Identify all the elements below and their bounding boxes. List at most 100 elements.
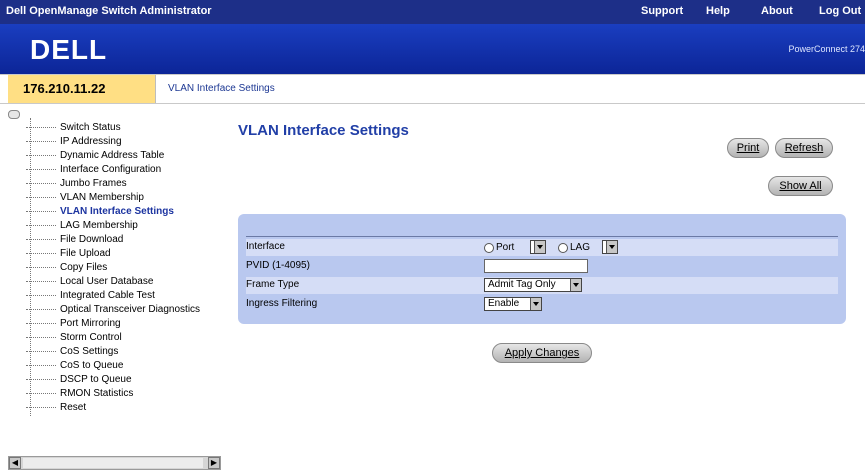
- refresh-button[interactable]: Refresh: [775, 138, 833, 158]
- ingress-filtering-select[interactable]: Enable: [484, 297, 542, 311]
- tree-item-label: Interface Configuration: [60, 164, 162, 175]
- tree-branch-line: [26, 322, 56, 324]
- tree-item-file-upload[interactable]: File Upload: [26, 248, 111, 260]
- brand-banner: DELL PowerConnect 274: [0, 24, 865, 74]
- page-title: VLAN Interface Settings: [238, 122, 409, 139]
- tree-item-label: Storm Control: [60, 332, 122, 343]
- tree-branch-line: [26, 336, 56, 338]
- tree-item-label: RMON Statistics: [60, 388, 134, 399]
- tree-item-label: File Upload: [60, 248, 111, 259]
- tree-root-icon[interactable]: [8, 110, 20, 119]
- tree-item-label: DSCP to Queue: [60, 374, 132, 385]
- ip-address-box: 176.210.11.22: [8, 75, 156, 103]
- tree-item-ip-addressing[interactable]: IP Addressing: [26, 136, 122, 148]
- ip-address: 176.210.11.22: [23, 81, 106, 96]
- interface-settings-form: Interface Port LAG PVID (1-4095) Frame T…: [238, 214, 846, 324]
- tree-item-label: Integrated Cable Test: [60, 290, 155, 301]
- tree-item-reset[interactable]: Reset: [26, 402, 86, 414]
- lag-radio-label: LAG: [570, 242, 591, 253]
- chevron-down-icon: [570, 279, 581, 291]
- lag-radio[interactable]: [558, 243, 568, 253]
- tree-branch-line: [26, 308, 56, 310]
- tree-item-integrated-cable-test[interactable]: Integrated Cable Test: [26, 290, 155, 302]
- port-radio[interactable]: [484, 243, 494, 253]
- address-strip: 176.210.11.22 VLAN Interface Settings: [0, 74, 865, 104]
- frame-type-value: Admit Tag Only: [488, 279, 556, 290]
- ingress-filtering-row: Ingress Filtering Enable: [246, 296, 838, 313]
- tree-item-cos-to-queue[interactable]: CoS to Queue: [26, 360, 123, 372]
- tree-branch-line: [26, 182, 56, 184]
- logout-link[interactable]: Log Out: [819, 5, 861, 17]
- tree-branch-line: [26, 392, 56, 394]
- tree-item-label: LAG Membership: [60, 220, 138, 231]
- tree-item-interface-configuration[interactable]: Interface Configuration: [26, 164, 161, 176]
- tree-item-local-user-database[interactable]: Local User Database: [26, 276, 153, 288]
- port-select[interactable]: [530, 240, 546, 254]
- apply-changes-button[interactable]: Apply Changes: [492, 343, 592, 363]
- ingress-filtering-label: Ingress Filtering: [246, 298, 318, 309]
- print-button[interactable]: Print: [727, 138, 769, 158]
- dell-logo: DELL: [30, 34, 107, 64]
- scroll-left-icon[interactable]: ◀: [9, 457, 21, 469]
- breadcrumb: VLAN Interface Settings: [168, 83, 275, 94]
- port-radio-label: Port: [496, 242, 515, 253]
- tree-branch-line: [26, 294, 56, 296]
- tree-item-label: IP Addressing: [60, 136, 122, 147]
- tree-item-vlan-membership[interactable]: VLAN Membership: [26, 192, 144, 204]
- tree-item-label: Optical Transceiver Diagnostics: [60, 304, 201, 315]
- tree-item-label: Copy Files: [60, 262, 108, 273]
- form-divider: [246, 236, 838, 237]
- show-all-button[interactable]: Show All: [768, 176, 833, 196]
- interface-label: Interface: [246, 241, 285, 252]
- tree-item-dynamic-address-table[interactable]: Dynamic Address Table: [26, 150, 164, 162]
- tree-item-lag-membership[interactable]: LAG Membership: [26, 220, 138, 232]
- support-link[interactable]: Support: [641, 5, 683, 17]
- interface-row: Interface Port LAG: [246, 239, 838, 256]
- tree-item-switch-status[interactable]: Switch Status: [26, 122, 121, 134]
- tree-item-port-mirroring[interactable]: Port Mirroring: [26, 318, 121, 330]
- scroll-thumb[interactable]: [23, 458, 203, 468]
- pvid-row: PVID (1-4095): [246, 258, 838, 275]
- navigation-tree: Switch Status IP Addressing Dynamic Addres…: [8, 104, 221, 454]
- pvid-input[interactable]: [484, 259, 588, 273]
- product-name: PowerConnect 274: [788, 44, 865, 54]
- tree-item-cos-settings[interactable]: CoS Settings: [26, 346, 118, 358]
- title-bar: Dell OpenManage Switch Administrator Sup…: [0, 0, 865, 24]
- tree-branch-line: [26, 210, 56, 212]
- tree-item-label: Reset: [60, 402, 87, 413]
- tree-branch-line: [26, 168, 56, 170]
- tree-item-label: CoS to Queue: [60, 360, 124, 371]
- tree-item-label: VLAN Membership: [60, 192, 144, 203]
- app-title: Dell OpenManage Switch Administrator: [6, 5, 212, 17]
- frame-type-select[interactable]: Admit Tag Only: [484, 278, 582, 292]
- tree-branch-line: [26, 238, 56, 240]
- chevron-down-icon: [530, 298, 541, 310]
- tree-branch-line: [26, 140, 56, 142]
- tree-item-file-download[interactable]: File Download: [26, 234, 123, 246]
- tree-item-rmon-statistics[interactable]: RMON Statistics: [26, 388, 133, 400]
- tree-item-label: Jumbo Frames: [60, 178, 127, 189]
- tree-item-copy-files[interactable]: Copy Files: [26, 262, 107, 274]
- help-link[interactable]: Help: [706, 5, 730, 17]
- tree-item-label: Switch Status: [60, 122, 121, 133]
- tree-item-optical-transceiver-diagnostics[interactable]: Optical Transceiver Diagnostics: [26, 304, 200, 316]
- tree-item-storm-control[interactable]: Storm Control: [26, 332, 122, 344]
- tree-item-label: VLAN Interface Settings: [60, 206, 174, 217]
- frame-type-row: Frame Type Admit Tag Only: [246, 277, 838, 294]
- tree-item-dscp-to-queue[interactable]: DSCP to Queue: [26, 374, 132, 386]
- about-link[interactable]: About: [761, 5, 793, 17]
- tree-item-vlan-interface-settings[interactable]: VLAN Interface Settings: [26, 206, 174, 218]
- tree-item-label: Dynamic Address Table: [60, 150, 165, 161]
- lag-select[interactable]: [602, 240, 618, 254]
- tree-item-jumbo-frames[interactable]: Jumbo Frames: [26, 178, 127, 190]
- tree-branch-line: [26, 224, 56, 226]
- tree-branch-line: [26, 350, 56, 352]
- tree-horizontal-scrollbar[interactable]: ◀ ▶: [8, 456, 221, 470]
- tree-branch-line: [26, 126, 56, 128]
- tree-item-label: Local User Database: [60, 276, 154, 287]
- tree-branch-line: [26, 364, 56, 366]
- tree-branch-line: [26, 378, 56, 380]
- logo-text: DELL: [30, 34, 107, 64]
- scroll-right-icon[interactable]: ▶: [208, 457, 220, 469]
- tree-branch-line: [26, 154, 56, 156]
